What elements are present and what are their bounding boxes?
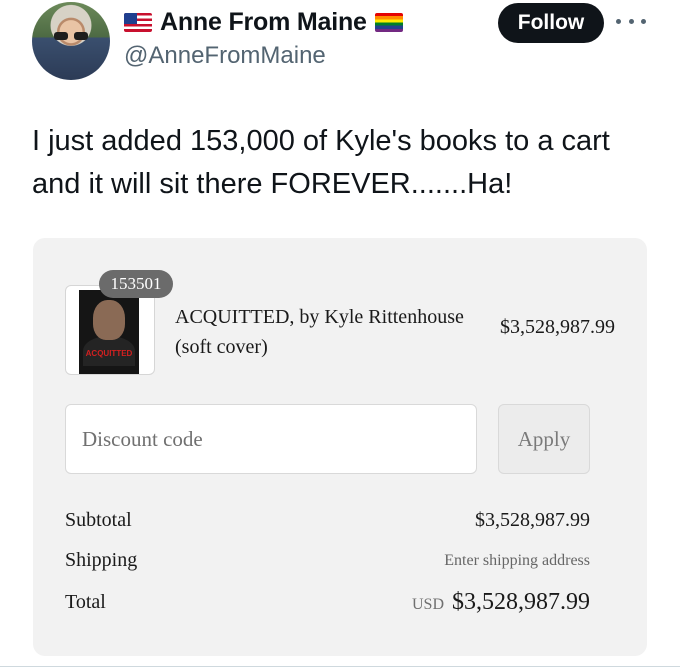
currency-code: USD bbox=[411, 596, 444, 613]
display-name[interactable]: Anne From Maine bbox=[160, 8, 367, 37]
shipping-label: Shipping bbox=[65, 549, 138, 571]
subtotal-value: $3,528,987.99 bbox=[475, 509, 590, 531]
rainbow-flag-icon bbox=[374, 12, 403, 32]
book-cover-image: ACQUITTED bbox=[79, 290, 139, 374]
product-title: ACQUITTED, by Kyle Rittenhouse (soft cov… bbox=[175, 306, 464, 358]
author-name-row[interactable]: Anne From Maine bbox=[124, 6, 403, 38]
more-options-icon[interactable] bbox=[616, 12, 646, 30]
quantity-badge: 153501 bbox=[99, 270, 173, 298]
user-handle[interactable]: @AnneFromMaine bbox=[124, 42, 326, 70]
avatar[interactable] bbox=[32, 2, 110, 80]
apply-button[interactable]: Apply bbox=[498, 404, 590, 474]
product-price: $3,528,987.99 bbox=[500, 316, 615, 338]
total-value: $3,528,987.99 bbox=[452, 589, 590, 615]
subtotal-label: Subtotal bbox=[65, 509, 132, 531]
book-cover-title: ACQUITTED bbox=[85, 349, 133, 358]
tweet-text: I just added 153,000 of Kyle's books to … bbox=[32, 125, 610, 200]
shipping-value: Enter shipping address bbox=[444, 552, 590, 569]
sunglasses bbox=[54, 32, 88, 40]
us-flag-icon bbox=[124, 12, 152, 32]
cart-screenshot: ACQUITTED 153501 ACQUITTED, by Kyle Ritt… bbox=[33, 238, 647, 656]
total-label: Total bbox=[65, 591, 106, 613]
tweet-divider bbox=[0, 666, 680, 667]
discount-code-input[interactable] bbox=[65, 404, 477, 474]
follow-button[interactable]: Follow bbox=[498, 3, 604, 43]
total-row-value: USD $3,528,987.99 bbox=[412, 589, 590, 616]
